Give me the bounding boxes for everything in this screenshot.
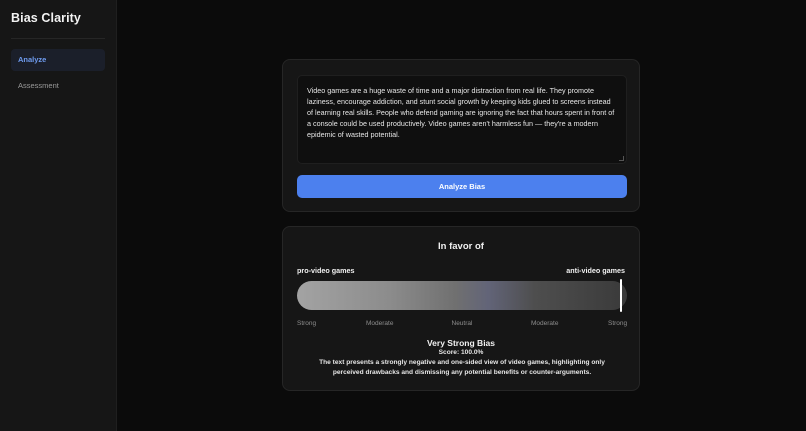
pro-label: pro-video games [297,266,355,275]
resize-handle[interactable] [619,156,624,161]
anti-label: anti-video games [566,266,625,275]
app-title: Bias Clarity [11,11,81,25]
analyze-bias-button[interactable]: Analyze Bias [297,175,627,198]
scale-labels: Strong Moderate Neutral Moderate Strong [297,320,627,330]
text-input[interactable]: Video games are a huge waste of time and… [297,75,627,164]
bias-verdict: Very Strong Bias [426,338,496,348]
sidebar-divider [11,38,105,39]
bias-explanation: The text presents a strongly negative an… [319,359,605,376]
bias-scale-bar [297,279,627,312]
result-card: In favor of pro-video games anti-video g… [282,226,640,391]
sidebar-item-assessment[interactable]: Assessment [11,75,105,97]
text-input-value: Video games are a huge waste of time and… [307,86,615,139]
scale-label-moderate-left: Moderate [366,320,394,327]
sidebar-item-analyze[interactable]: Analyze [11,49,105,71]
result-title: In favor of [438,241,484,252]
sidebar: Bias Clarity Analyze Assessment [0,0,117,431]
bias-marker [620,279,622,312]
scale-label-neutral: Neutral [451,320,473,327]
input-card: Video games are a huge waste of time and… [282,59,640,212]
scale-label-strong-right: Strong [608,320,628,327]
scale-label-strong-left: Strong [297,320,317,327]
bias-score: Score: 100.0% [438,349,484,356]
scale-label-moderate-right: Moderate [531,320,559,327]
